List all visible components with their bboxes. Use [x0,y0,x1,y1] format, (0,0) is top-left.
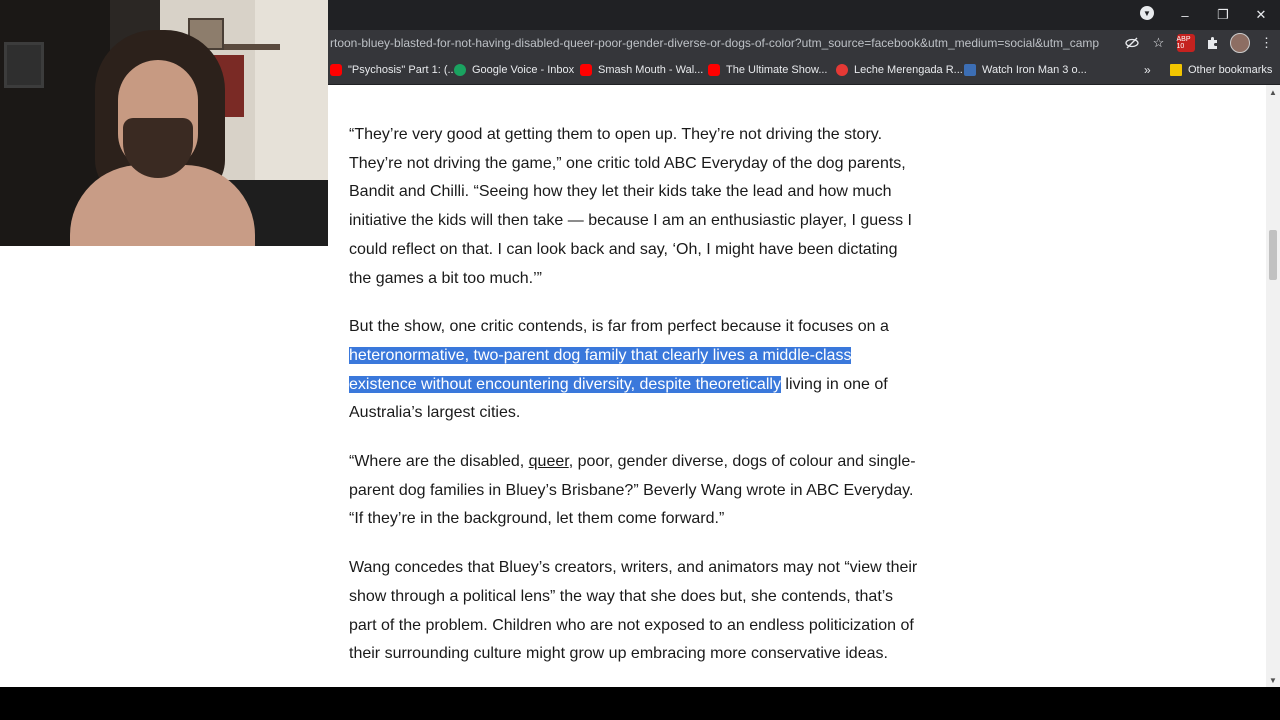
profile-avatar[interactable] [1226,30,1253,56]
menu-kebab-icon[interactable]: ⋮ [1253,30,1280,56]
bookmark-item[interactable]: Google Voice - Inbox [454,56,574,84]
adblock-badge: ABP 10 [1176,34,1195,52]
bookmark-item[interactable]: The Ultimate Show... [708,56,828,84]
bookmark-label: The Ultimate Show... [726,64,828,76]
extensions-puzzle-icon[interactable] [1199,30,1226,56]
avatar [1229,33,1250,53]
youtube-icon [330,64,342,76]
paragraph-critic: But the show, one critic contends, is fa… [349,313,919,428]
globe-icon [964,64,976,76]
bookmark-label: Smash Mouth - Wal... [598,64,704,76]
bookmark-item[interactable]: Watch Iron Man 3 o... [964,56,1087,84]
webcam-poster [4,42,44,88]
queer-link[interactable]: queer [529,453,569,470]
scroll-down-arrow-icon[interactable]: ▼ [1266,673,1280,687]
toolbar-icons: ☆ ABP 10 ⋮ [1118,30,1280,56]
close-button[interactable]: ✕ [1242,0,1280,30]
youtube-icon [580,64,592,76]
bookmark-item[interactable]: Leche Merengada R... [836,56,963,84]
bookmark-label: Watch Iron Man 3 o... [982,64,1087,76]
bookmark-label: "Psychosis" Part 1: (... [348,64,457,76]
bookmark-item[interactable]: "Psychosis" Part 1: (... [330,56,457,84]
bookmarks-overflow-button[interactable]: » [1144,56,1151,84]
text: “Where are the disabled, [349,453,529,471]
text: But the show, one critic contends, is fa… [349,318,889,336]
restore-button[interactable]: ❐ [1204,0,1242,30]
other-bookmarks-folder[interactable]: Other bookmarks [1170,56,1272,84]
address-bar: rtoon-bluey-blasted-for-not-having-disab… [328,30,1280,56]
bookmarks-bar: "Psychosis" Part 1: (... Google Voice - … [328,56,1280,85]
bookmark-label: Leche Merengada R... [854,64,963,76]
browser-titlebar: ▼ – ❐ ✕ [328,0,1280,30]
vertical-scrollbar[interactable]: ▲ ▼ [1266,85,1280,687]
tab-search-icon[interactable]: ▼ [1140,6,1154,20]
window-controls: – ❐ ✕ [1166,0,1280,30]
article-body: “They’re very good at getting them to op… [349,121,919,687]
paragraph-quote: “They’re very good at getting them to op… [349,126,912,287]
bookmark-label: Google Voice - Inbox [472,64,575,76]
webcam-overlay [0,0,328,246]
url-field[interactable]: rtoon-bluey-blasted-for-not-having-disab… [330,30,1100,56]
scroll-up-arrow-icon[interactable]: ▲ [1266,85,1280,99]
scrollbar-thumb[interactable] [1269,230,1277,280]
bookmark-item[interactable]: Smash Mouth - Wal... [580,56,703,84]
paragraph-wang-concedes: Wang concedes that Bluey’s creators, wri… [349,559,918,663]
lemon-icon [836,64,848,76]
folder-icon [1170,64,1182,76]
bookmark-star-icon[interactable]: ☆ [1145,30,1172,56]
youtube-icon [708,64,720,76]
taskbar-edge [0,687,1280,720]
selected-text[interactable]: heteronormative, two-parent dog family t… [349,346,852,393]
other-bookmarks-label: Other bookmarks [1188,64,1273,76]
tracking-blocked-icon[interactable] [1118,30,1145,56]
google-voice-icon [454,64,466,76]
webcam-door [255,0,328,200]
adblock-extension-icon[interactable]: ABP 10 [1172,30,1199,56]
minimize-button[interactable]: – [1166,0,1204,30]
paragraph-wang-quote: “Where are the disabled, queer, poor, ge… [349,448,919,534]
